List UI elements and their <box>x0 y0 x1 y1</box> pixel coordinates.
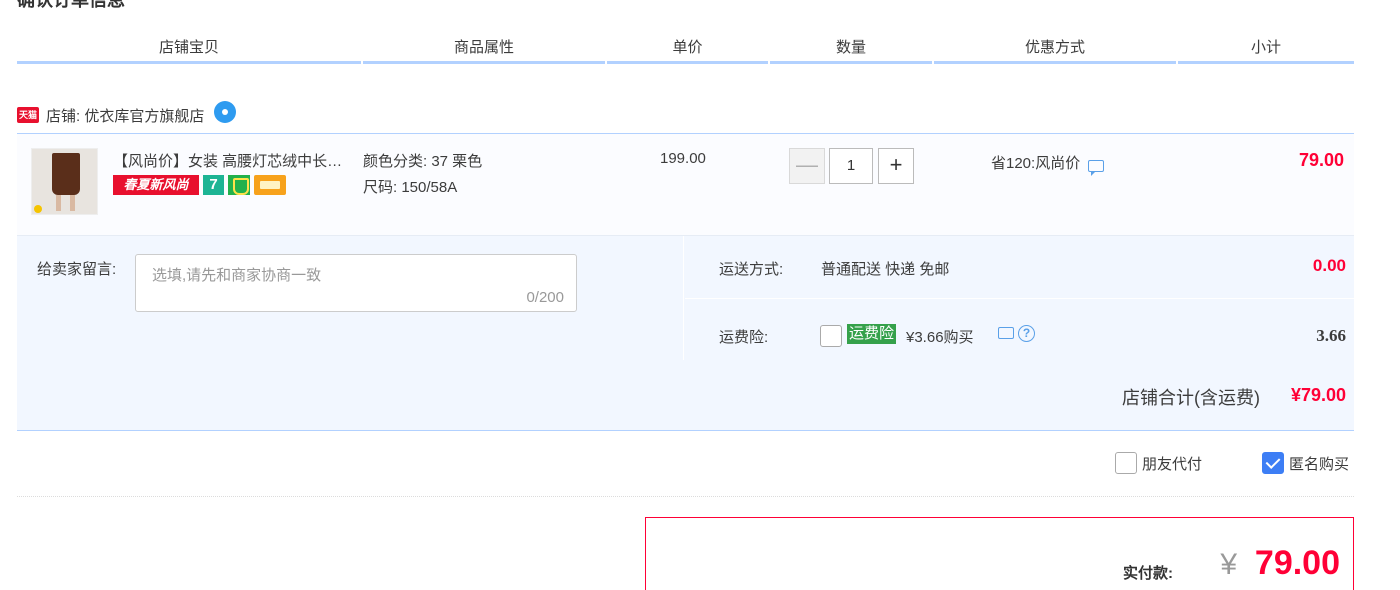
tmall-icon: 天猫 <box>17 107 39 123</box>
seven-day-return-icon: 7 <box>203 175 224 195</box>
shipping-area: 运送方式: 普通配送 快递 免邮 0.00 运费险: 运费险 ¥3.66购买 ?… <box>685 236 1354 360</box>
anonymous-label: 匿名购买 <box>1289 455 1350 473</box>
payment-amount: 79.00 <box>1254 544 1340 582</box>
header-attributes: 商品属性 <box>363 38 605 64</box>
header-shop-item: 店铺宝贝 <box>17 38 361 64</box>
header-unit-price: 单价 <box>607 38 768 64</box>
payment-options-row: 朋友代付 匿名购买 <box>17 432 1354 497</box>
shipping-fee: 0.00 <box>1312 256 1346 275</box>
quantity-increase-button[interactable]: + <box>878 148 914 184</box>
insurance-badge: 运费险 <box>847 324 897 344</box>
unit-price: 199.00 <box>660 150 706 167</box>
guarantee-icon <box>228 175 250 195</box>
friend-pay-option[interactable]: 朋友代付 <box>1115 452 1202 474</box>
message-label: 给卖家留言: <box>37 261 117 278</box>
anonymous-checkbox[interactable] <box>1262 452 1284 474</box>
anonymous-option[interactable]: 匿名购买 <box>1262 452 1349 474</box>
payment-label: 实付款: <box>1123 565 1173 582</box>
header-quantity: 数量 <box>770 38 932 64</box>
shipping-insurance-row: 运费险: 运费险 ¥3.66购买 ? 3.66 <box>685 299 1354 360</box>
header-subtotal: 小计 <box>1178 38 1354 64</box>
product-tags: 春夏新风尚 7 <box>113 175 286 195</box>
color-attribute: 颜色分类: 37 栗色 <box>363 153 483 170</box>
column-headers: 店铺宝贝 商品属性 单价 数量 优惠方式 小计 <box>17 38 1354 64</box>
insurance-price: ¥3.66购买 <box>906 329 974 346</box>
promo-tag: 春夏新风尚 <box>113 175 199 195</box>
help-icon[interactable]: ? <box>1018 325 1035 342</box>
insurance-checkbox[interactable] <box>820 325 842 347</box>
message-char-counter: 0/200 <box>526 289 564 306</box>
product-title-link[interactable]: 【风尚价】女装 高腰灯芯绒中长款半身裙 <box>113 150 348 171</box>
size-attribute: 尺码: 150/58A <box>363 179 458 196</box>
shop-total-row: 店铺合计(含运费) ¥79.00 <box>17 360 1354 431</box>
quantity-decrease-button[interactable]: — <box>789 148 825 184</box>
header-discount: 优惠方式 <box>934 38 1176 64</box>
shop-row: 天猫 店铺: 优衣库官方旗舰店 <box>17 100 237 130</box>
credit-card-icon <box>254 175 286 195</box>
message-placeholder: 选填,请先和商家协商一致 <box>152 267 322 284</box>
friend-pay-checkbox[interactable] <box>1115 452 1137 474</box>
insurance-label: 运费险: <box>719 329 769 346</box>
comment-icon[interactable] <box>998 327 1014 339</box>
insurance-fee: 3.66 <box>1316 326 1346 345</box>
order-item-row: 【风尚价】女装 高腰灯芯绒中长款半身裙 春夏新风尚 7 颜色分类: 37 栗色 … <box>17 133 1354 236</box>
chat-icon[interactable] <box>214 101 237 123</box>
quantity-input[interactable]: 1 <box>829 148 873 184</box>
friend-pay-label: 朋友代付 <box>1142 455 1203 473</box>
shop-total-label: 店铺合计(含运费) <box>1122 388 1260 408</box>
payment-currency: ¥ <box>1220 548 1237 581</box>
shop-name-link[interactable]: 店铺: 优衣库官方旗舰店 <box>46 105 204 126</box>
payment-summary-box: 实付款: ¥ 79.00 <box>645 517 1354 590</box>
seller-message-input[interactable]: 选填,请先和商家协商一致 0/200 <box>135 254 577 312</box>
product-thumbnail[interactable] <box>31 148 98 215</box>
shop-total-value: ¥79.00 <box>1290 385 1346 405</box>
message-shipping-block: 给卖家留言: 选填,请先和商家协商一致 0/200 运送方式: 普通配送 快递 … <box>17 236 1354 360</box>
discount-info: 省120:风尚价 <box>991 152 1105 176</box>
shipping-method-label: 运送方式: <box>719 261 784 278</box>
section-title: 确认订单信息 <box>17 0 125 10</box>
discount-label: 省120:风尚价 <box>991 155 1081 172</box>
shipping-method-value: 普通配送 快递 免邮 <box>821 261 950 278</box>
message-area: 给卖家留言: 选填,请先和商家协商一致 0/200 <box>17 236 684 360</box>
shipping-method-row: 运送方式: 普通配送 快递 免邮 0.00 <box>685 236 1354 299</box>
item-subtotal: 79.00 <box>1298 150 1344 170</box>
comment-icon[interactable] <box>1088 159 1105 176</box>
